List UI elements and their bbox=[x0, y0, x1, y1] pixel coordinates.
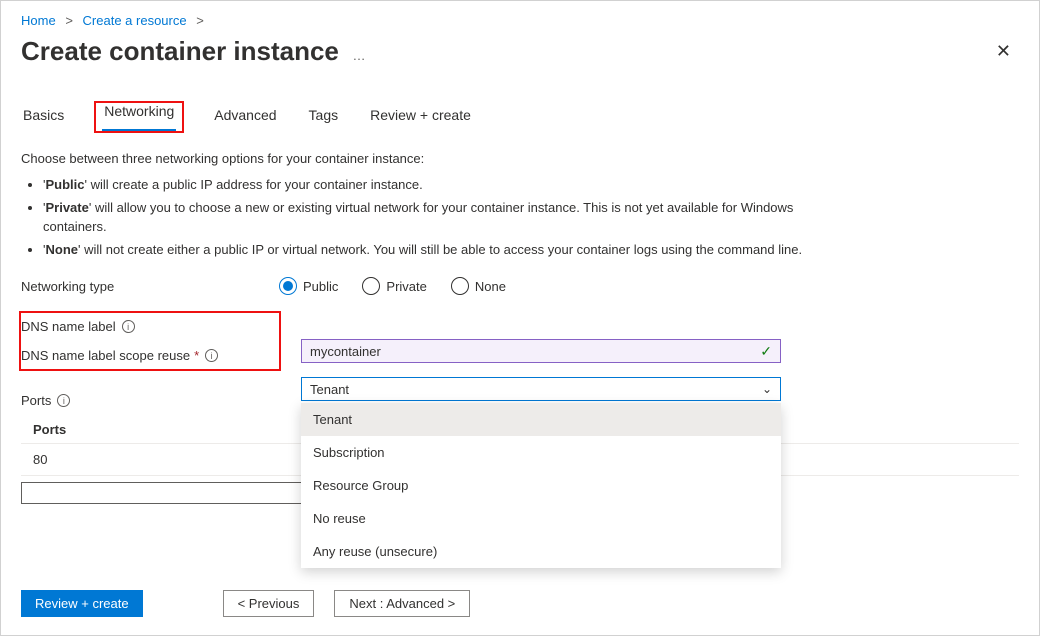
close-icon[interactable]: ✕ bbox=[988, 37, 1019, 66]
previous-button[interactable]: < Previous bbox=[223, 590, 315, 617]
page-root: Home > Create a resource > Create contai… bbox=[0, 0, 1040, 636]
radio-public[interactable]: Public bbox=[279, 277, 338, 295]
info-icon[interactable]: i bbox=[57, 394, 70, 407]
info-icon[interactable]: i bbox=[205, 349, 218, 362]
input-value: mycontainer bbox=[310, 344, 381, 359]
row-networking-type: Networking type Public Private None bbox=[21, 277, 1019, 295]
more-icon[interactable]: … bbox=[353, 48, 368, 63]
dns-scope-dropdown[interactable]: Tenant ⌄ Tenant Subscription Resource Gr… bbox=[301, 377, 781, 401]
radio-private[interactable]: Private bbox=[362, 277, 426, 295]
row-dns-label: DNS name label i bbox=[21, 319, 271, 334]
dropdown-option-subscription[interactable]: Subscription bbox=[301, 436, 781, 469]
review-create-button[interactable]: Review + create bbox=[21, 590, 143, 617]
form: Networking type Public Private None bbox=[21, 277, 1019, 504]
bullet-private: 'Private' will allow you to choose a new… bbox=[43, 199, 841, 237]
breadcrumb-home[interactable]: Home bbox=[21, 13, 56, 28]
next-button[interactable]: Next : Advanced > bbox=[334, 590, 470, 617]
breadcrumb-create-resource[interactable]: Create a resource bbox=[83, 13, 187, 28]
chevron-right-icon: > bbox=[196, 13, 204, 28]
tab-review-create[interactable]: Review + create bbox=[368, 101, 473, 133]
radio-group-networking-type: Public Private None bbox=[279, 277, 506, 295]
dropdown-option-any-reuse[interactable]: Any reuse (unsecure) bbox=[301, 535, 781, 568]
tab-advanced[interactable]: Advanced bbox=[212, 101, 278, 133]
dropdown-option-resource-group[interactable]: Resource Group bbox=[301, 469, 781, 502]
label-networking-type: Networking type bbox=[21, 279, 279, 294]
radio-label: None bbox=[475, 279, 506, 294]
dropdown-selected: Tenant bbox=[310, 382, 349, 397]
footer-buttons: Review + create < Previous Next : Advanc… bbox=[21, 590, 470, 617]
highlight-box-tab: Networking bbox=[94, 101, 184, 133]
tab-networking[interactable]: Networking bbox=[102, 97, 176, 131]
bullet-public: 'Public' will create a public IP address… bbox=[43, 176, 841, 195]
intro-text: Choose between three networking options … bbox=[21, 151, 841, 166]
radio-none[interactable]: None bbox=[451, 277, 506, 295]
highlight-box-dns: DNS name label i DNS name label scope re… bbox=[19, 311, 281, 371]
page-title: Create container instance bbox=[21, 36, 339, 66]
title-row: Create container instance … ✕ bbox=[21, 36, 1019, 67]
radio-label: Private bbox=[386, 279, 426, 294]
label-dns-scope-reuse: DNS name label scope reuse * i bbox=[21, 348, 271, 363]
dropdown-list: Tenant Subscription Resource Group No re… bbox=[301, 403, 781, 568]
breadcrumb: Home > Create a resource > bbox=[21, 9, 1019, 32]
bullet-none: 'None' will not create either a public I… bbox=[43, 241, 841, 260]
tabs: Basics Networking Advanced Tags Review +… bbox=[21, 101, 1019, 133]
required-asterisk: * bbox=[194, 348, 199, 363]
dropdown-option-tenant[interactable]: Tenant bbox=[301, 403, 781, 436]
chevron-down-icon: ⌄ bbox=[762, 382, 772, 396]
dns-name-label-input[interactable]: mycontainer ✓ bbox=[301, 339, 781, 363]
dns-controls-col: mycontainer ✓ Tenant ⌄ Tenant Subscripti… bbox=[301, 339, 781, 401]
tab-tags[interactable]: Tags bbox=[307, 101, 341, 133]
chevron-right-icon: > bbox=[65, 13, 73, 28]
label-dns-name-label: DNS name label i bbox=[21, 319, 271, 334]
dropdown-option-no-reuse[interactable]: No reuse bbox=[301, 502, 781, 535]
radio-label: Public bbox=[303, 279, 338, 294]
tab-basics[interactable]: Basics bbox=[21, 101, 66, 133]
info-icon[interactable]: i bbox=[122, 320, 135, 333]
row-dns-scope: DNS name label scope reuse * i bbox=[21, 348, 271, 363]
description-block: Choose between three networking options … bbox=[21, 151, 841, 259]
checkmark-icon: ✓ bbox=[760, 343, 772, 360]
